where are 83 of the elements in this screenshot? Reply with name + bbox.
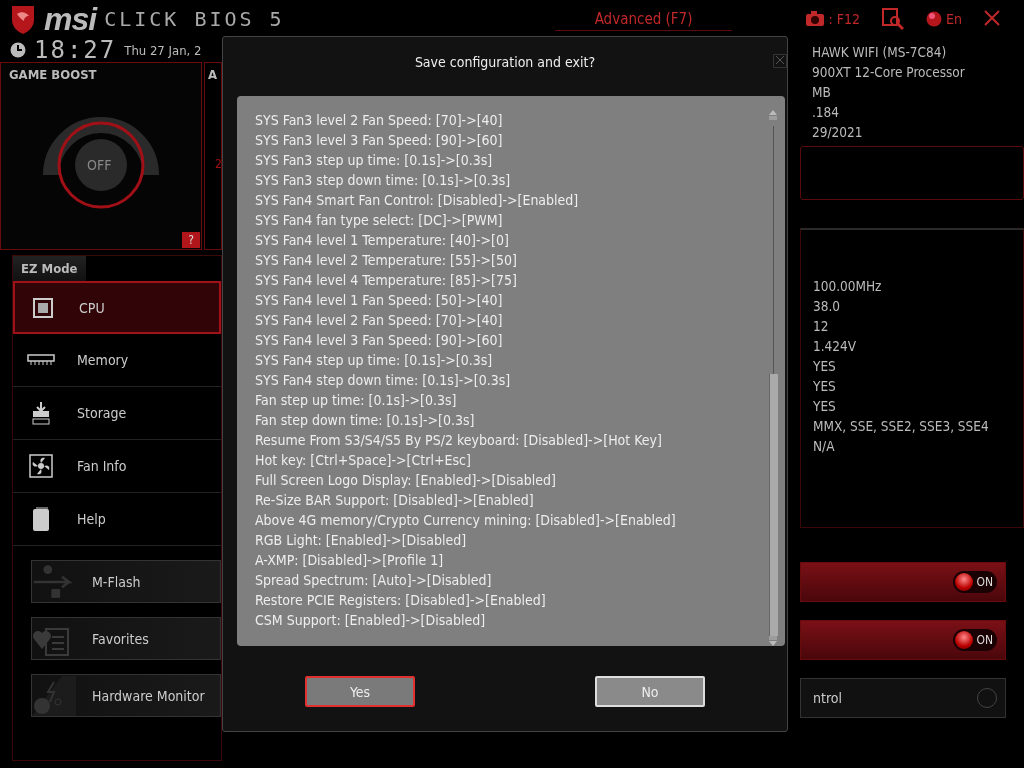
- cpu-value: YES: [813, 357, 836, 376]
- hardware-monitor-icon: [32, 675, 76, 716]
- feature-label: ntrol: [813, 690, 842, 706]
- panel-title: GAME BOOST: [8, 66, 98, 84]
- sidebar-item[interactable]: Fan Info: [13, 440, 221, 493]
- scrollbar[interactable]: [769, 110, 779, 646]
- change-line: SYS Fan4 step up time: [0.1s]->[0.3s]: [255, 351, 494, 370]
- change-line: SYS Fan4 level 2 Fan Speed: [70]->[40]: [255, 311, 504, 330]
- help-button[interactable]: ?: [182, 232, 200, 248]
- cpu-value: 12: [813, 317, 829, 336]
- change-line: Fan step up time: [0.1s]->[0.3s]: [255, 391, 458, 410]
- cpu-value: 38.0: [813, 297, 841, 316]
- feature-toggle-bar[interactable]: ON: [800, 562, 1006, 602]
- panel-title: A: [208, 67, 218, 82]
- change-line: SYS Fan4 step down time: [0.1s]->[0.3s]: [255, 371, 512, 390]
- dialog-title: Save configuration and exit?: [414, 54, 596, 70]
- dialog-button[interactable]: Yes: [305, 676, 415, 707]
- clock-icon: [10, 42, 26, 58]
- search-icon[interactable]: [882, 8, 905, 30]
- cpu-value: N/A: [813, 437, 835, 456]
- feature-toggle-bar[interactable]: ntrol: [800, 678, 1006, 718]
- advanced-mode-tab[interactable]: Advanced (F7): [554, 7, 733, 31]
- change-line: SYS Fan3 level 3 Fan Speed: [90]->[60]: [255, 131, 504, 150]
- product-title: CLICK BIOS 5: [104, 7, 285, 31]
- cpu-value: MMX, SSE, SSE2, SSE3, SSE4: [813, 417, 989, 436]
- change-line: Resume From S3/S4/S5 By PS/2 keyboard: [Disabled]->[Hot Key]: [255, 431, 663, 450]
- date-text: Thu 27 Jan, 2: [124, 42, 202, 58]
- change-line: SYS Fan3 step down time: [0.1s]->[0.3s]: [255, 171, 512, 190]
- system-info-text: 29/2021: [812, 123, 863, 142]
- scroll-down-icon[interactable]: [769, 636, 777, 646]
- cpu-value: 100.00MHz: [813, 277, 882, 296]
- cpu-value: YES: [813, 377, 836, 396]
- toggle-switch[interactable]: ON: [953, 571, 997, 593]
- toggle-switch[interactable]: ON: [953, 629, 997, 651]
- change-line: SYS Fan4 level 3 Fan Speed: [90]->[60]: [255, 331, 504, 350]
- change-line: SYS Fan4 fan type select: [DC]->[PWM]: [255, 211, 504, 230]
- change-line: SYS Fan4 level 1 Fan Speed: [50]->[40]: [255, 291, 504, 310]
- panel-title: EZ Mode: [13, 256, 86, 281]
- drive-download-icon: [31, 401, 51, 425]
- system-info-text: MB: [812, 83, 831, 102]
- change-line: Fan step down time: [0.1s]->[0.3s]: [255, 411, 476, 430]
- change-line: SYS Fan3 level 2 Fan Speed: [70]->[40]: [255, 111, 504, 130]
- change-line: Full Screen Logo Display: [Enabled]->[Disabled]: [255, 471, 557, 490]
- memory-module-icon: [27, 354, 55, 366]
- change-line: Hot key: [Ctrl+Space]->[Ctrl+Esc]: [255, 451, 472, 470]
- brand-logo-text: msi: [44, 0, 97, 38]
- sidebar-item[interactable]: Help: [13, 493, 221, 546]
- change-line: SYS Fan4 level 1 Temperature: [40]->[0]: [255, 231, 510, 250]
- feature-toggle-bar[interactable]: ON: [800, 620, 1006, 660]
- change-line: SYS Fan4 level 4 Temperature: [85]->[75]: [255, 271, 518, 290]
- system-info-text: .184: [812, 103, 840, 122]
- scroll-up-icon[interactable]: [769, 110, 777, 120]
- sidebar-item[interactable]: Storage: [13, 387, 221, 440]
- screenshot-button[interactable]: : F12: [804, 11, 861, 27]
- cpu-value: 1.424V: [813, 337, 857, 356]
- change-line: Spread Spectrum: [Auto]->[Disabled]: [255, 571, 493, 590]
- change-line: Above 4G memory/Crypto Currency mining: [Disabled]->[Enabled]: [255, 511, 677, 530]
- globe-icon: [926, 11, 943, 27]
- change-line: Restore PCIE Registers: [Disabled]->[Enabled]: [255, 591, 547, 610]
- tool-button[interactable]: M-Flash: [31, 560, 221, 603]
- fan-icon: [29, 454, 53, 478]
- chip-icon: [32, 296, 54, 319]
- change-line: SYS Fan4 Smart Fan Control: [Disabled]->[Enabled]: [255, 191, 580, 210]
- change-line: A-XMP: [Disabled]->[Profile 1]: [255, 551, 445, 570]
- knob-label: OFF: [87, 157, 112, 173]
- sidebar-item[interactable]: CPU: [13, 281, 221, 334]
- panel-value: 2: [215, 157, 222, 171]
- tool-button[interactable]: Favorites: [31, 617, 221, 660]
- change-line: CSM Support: [Enabled]->[Disabled]: [255, 611, 487, 630]
- system-info-text: HAWK WIFI (MS-7C84): [812, 43, 947, 62]
- change-line: SYS Fan3 step up time: [0.1s]->[0.3s]: [255, 151, 494, 170]
- change-line: RGB Light: [Enabled]->[Disabled]: [255, 531, 468, 550]
- cpu-value: YES: [813, 397, 836, 416]
- close-button[interactable]: [773, 54, 787, 68]
- change-line: SYS Fan4 level 2 Temperature: [55]->[50]: [255, 251, 518, 270]
- change-line: Re-Size BAR Support: [Disabled]->[Enabled]: [255, 491, 535, 510]
- language-button[interactable]: En: [926, 11, 962, 27]
- system-info-text: 900XT 12-Core Processor: [812, 63, 965, 82]
- camera-icon: [804, 11, 825, 27]
- tool-button[interactable]: Hardware Monitor: [31, 674, 221, 717]
- sidebar-item[interactable]: Memory: [13, 334, 221, 387]
- toggle-switch[interactable]: [977, 688, 997, 708]
- clock-time: 18:27: [34, 36, 117, 64]
